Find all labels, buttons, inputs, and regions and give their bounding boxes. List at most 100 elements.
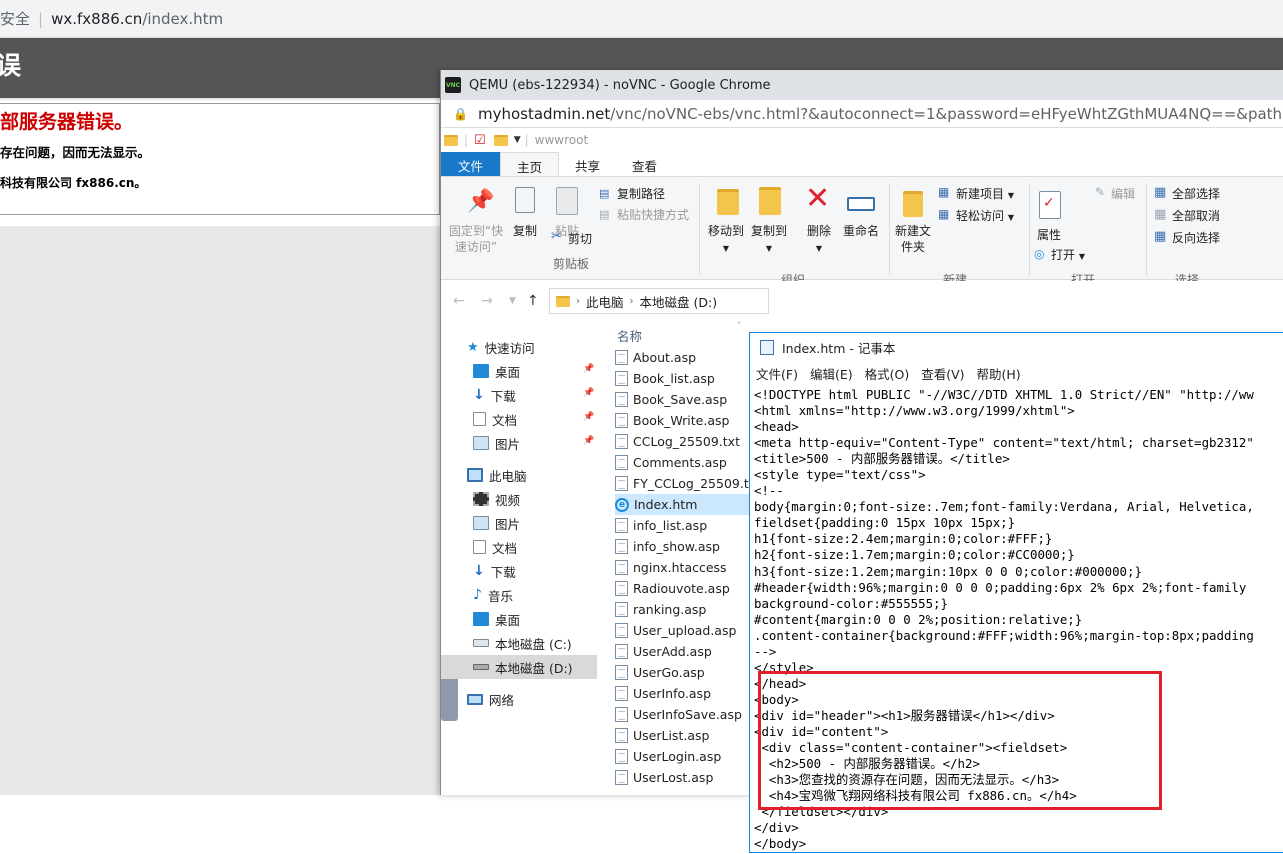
menu-edit[interactable]: 编辑(E) xyxy=(804,361,859,383)
move-to-button[interactable]: 移动到 ▼ xyxy=(705,223,747,257)
pin-quick-access-button[interactable]: 固定到“快速访问” xyxy=(447,223,505,255)
select-none-button[interactable]: 全部取消 xyxy=(1172,208,1220,224)
background-address-bar[interactable]: 安全 | wx.fx886.cn/index.htm xyxy=(0,0,1283,38)
vnc-app-icon: VNC xyxy=(445,77,461,93)
file-item[interactable]: nginx.htaccess xyxy=(615,557,751,578)
file-item[interactable]: ranking.asp xyxy=(615,599,751,620)
file-item[interactable]: UserLogin.asp xyxy=(615,746,751,767)
properties-check-icon[interactable]: ☑ xyxy=(474,133,486,148)
column-header-name[interactable]: 名称 xyxy=(617,326,642,345)
file-item[interactable]: FY_CCLog_25509.txt xyxy=(615,473,751,494)
tree-item-documents[interactable]: 文档 xyxy=(441,407,597,431)
tree-item-music[interactable]: ♪ 音乐 xyxy=(441,583,597,607)
pin-icon[interactable]: 📌 xyxy=(583,388,594,398)
folder-icon[interactable] xyxy=(444,134,458,146)
tree-item-desktop[interactable]: 桌面 xyxy=(441,359,597,383)
tree-item-videos[interactable]: 视频 xyxy=(441,487,597,511)
tree-item-this-pc[interactable]: 此电脑 xyxy=(441,463,597,487)
file-item[interactable]: UserList.asp xyxy=(615,725,751,746)
file-name: ranking.asp xyxy=(633,602,707,617)
file-item[interactable]: UserAdd.asp xyxy=(615,641,751,662)
easy-access-button[interactable]: 轻松访问 ▼ xyxy=(956,208,1014,226)
pin-icon[interactable]: 📌 xyxy=(583,364,594,374)
tree-item-pictures-pc[interactable]: 图片 xyxy=(441,511,597,535)
file-item[interactable]: UserInfo.asp xyxy=(615,683,751,704)
file-item[interactable]: Book_list.asp xyxy=(615,368,751,389)
notepad-line: .content-container{background:#FFF;width… xyxy=(754,627,1254,643)
security-label: 安全 xyxy=(0,10,31,28)
chrome-address-bar[interactable]: 🔒 myhostadmin.net/vnc/noVNC-ebs/vnc.html… xyxy=(441,100,1283,128)
properties-button[interactable]: 属性 xyxy=(1037,227,1061,243)
invert-selection-button[interactable]: 反向选择 xyxy=(1172,230,1220,246)
open-icon: ◎ xyxy=(1034,247,1045,261)
file-item[interactable]: Book_Save.asp xyxy=(615,389,751,410)
edit-button[interactable]: 编辑 xyxy=(1111,186,1135,202)
select-all-button[interactable]: 全部选择 xyxy=(1172,186,1220,202)
up-arrow-icon[interactable]: ↑ xyxy=(527,293,539,309)
tree-item-drive-d[interactable]: 本地磁盘 (D:) xyxy=(441,655,597,679)
file-name: FY_CCLog_25509.txt xyxy=(633,476,751,491)
pin-icon[interactable]: 📌 xyxy=(583,412,594,422)
tree-item-downloads[interactable]: ↓ 下载 xyxy=(441,383,597,407)
tab-share[interactable]: 共享 xyxy=(559,152,616,176)
file-item[interactable]: info_list.asp xyxy=(615,515,751,536)
breadcrumb-drive[interactable]: 本地磁盘 (D:) xyxy=(640,292,718,311)
file-item[interactable]: Radiouvote.asp xyxy=(615,578,751,599)
copy-button[interactable]: 复制 xyxy=(509,223,541,239)
tree-item-pictures[interactable]: 图片 xyxy=(441,431,597,455)
file-icon xyxy=(615,623,628,638)
menu-view[interactable]: 查看(V) xyxy=(915,361,970,383)
tab-view[interactable]: 查看 xyxy=(616,152,673,176)
chevron-down-icon[interactable]: ▼ xyxy=(514,135,521,145)
back-arrow-icon[interactable]: ← xyxy=(453,293,465,309)
file-item[interactable]: info_show.asp xyxy=(615,536,751,557)
paste-shortcut-icon: ▤ xyxy=(599,208,610,221)
address-host: wx.fx886.cn xyxy=(51,9,143,28)
paste-shortcut-button[interactable]: 粘贴快捷方式 xyxy=(617,207,689,223)
recent-chevron-icon[interactable]: ▼ xyxy=(509,296,516,306)
pin-icon[interactable]: 📌 xyxy=(583,436,594,446)
menu-file[interactable]: 文件(F) xyxy=(750,361,804,383)
tree-item-downloads-pc[interactable]: ↓ 下载 xyxy=(441,559,597,583)
file-name: UserLost.asp xyxy=(633,770,714,785)
copy-to-button[interactable]: 复制到 ▼ xyxy=(747,223,791,257)
notepad-line: #content{margin:0 0 0 2%;position:relati… xyxy=(754,611,1083,627)
file-item[interactable]: UserGo.asp xyxy=(615,662,751,683)
forward-arrow-icon[interactable]: → xyxy=(481,293,493,309)
tree-item-documents-pc[interactable]: 文档 xyxy=(441,535,597,559)
copy-path-button[interactable]: 复制路径 xyxy=(617,186,665,202)
menu-help[interactable]: 帮助(H) xyxy=(971,361,1027,383)
file-item[interactable]: e Index.htm xyxy=(615,494,751,515)
file-item[interactable]: User_upload.asp xyxy=(615,620,751,641)
file-item[interactable]: Comments.asp xyxy=(615,452,751,473)
notepad-title-bar[interactable]: Index.htm - 记事本 xyxy=(750,333,1283,361)
tab-file[interactable]: 文件 xyxy=(441,152,501,176)
tab-home[interactable]: 主页 xyxy=(500,152,560,176)
file-name: Book_Save.asp xyxy=(633,392,728,407)
chrome-title-bar[interactable]: VNC QEMU (ebs-122934) - noVNC - Google C… xyxy=(441,70,1283,100)
tree-item-network[interactable]: 网络 xyxy=(441,687,597,711)
menu-format[interactable]: 格式(O) xyxy=(859,361,916,383)
file-item[interactable]: Book_Write.asp xyxy=(615,410,751,431)
file-item[interactable]: CCLog_25509.txt xyxy=(615,431,751,452)
file-item[interactable]: UserLost.asp xyxy=(615,767,751,788)
file-item[interactable]: UserInfoSave.asp xyxy=(615,704,751,725)
tree-item-desktop-pc[interactable]: 桌面 xyxy=(441,607,597,631)
tree-item-quick-access[interactable]: ★ 快速访问 xyxy=(441,335,597,359)
breadcrumb-pc[interactable]: 此电脑 xyxy=(586,292,624,311)
breadcrumb[interactable]: › 此电脑 › 本地磁盘 (D:) xyxy=(549,288,769,314)
lock-icon: 🔒 xyxy=(453,106,468,121)
new-item-icon: ▦ xyxy=(938,185,950,199)
file-item[interactable]: About.asp xyxy=(615,347,751,368)
delete-button[interactable]: 删除 ▼ xyxy=(803,223,835,257)
sort-chevron-icon[interactable]: ˆ xyxy=(737,322,742,332)
chevron-down-icon: ▼ xyxy=(765,244,773,253)
new-folder-icon[interactable] xyxy=(493,134,508,146)
tree-item-drive-c[interactable]: 本地磁盘 (C:) xyxy=(441,631,597,655)
file-icon xyxy=(615,749,628,764)
new-folder-button[interactable]: 新建文件夹 xyxy=(893,223,933,255)
rename-button[interactable]: 重命名 xyxy=(841,223,881,239)
cut-button[interactable]: 剪切 xyxy=(568,231,592,247)
new-item-button[interactable]: 新建项目 ▼ xyxy=(956,186,1014,204)
open-button[interactable]: 打开 ▼ xyxy=(1051,247,1085,265)
